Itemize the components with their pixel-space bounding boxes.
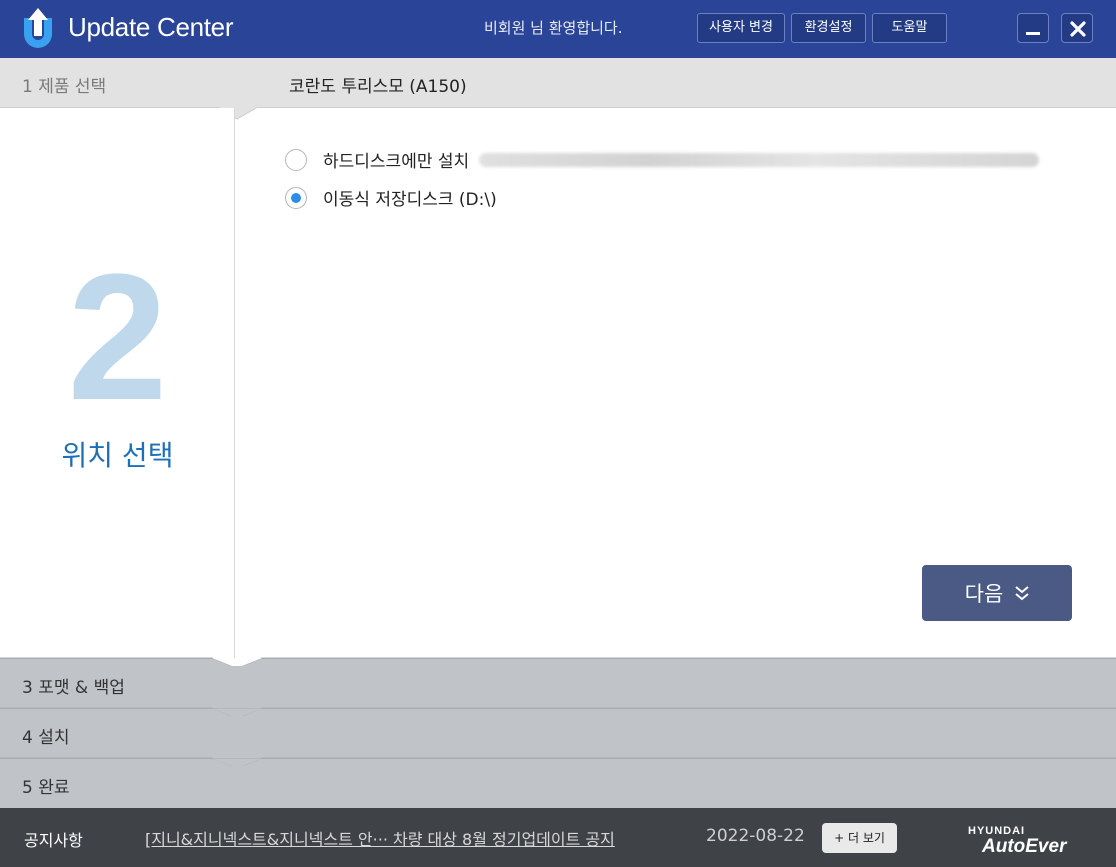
radio-hard-disk[interactable] xyxy=(285,148,307,171)
step3-row[interactable]: 3 포맷 & 백업 xyxy=(0,658,1116,708)
double-chevron-down-icon xyxy=(1015,586,1029,601)
app-title: Update Center xyxy=(68,12,234,42)
close-button[interactable] xyxy=(1061,13,1093,43)
change-user-button[interactable]: 사용자 변경 xyxy=(697,13,785,43)
step4-label: 4 설치 xyxy=(22,728,70,748)
step4-row[interactable]: 4 설치 xyxy=(0,708,1116,758)
step1-label: 1 제품 선택 xyxy=(22,77,107,97)
notice-date: 2022-08-22 xyxy=(706,826,805,846)
notice-link[interactable]: [지니&지니넥스트&지니넥스트 안··· 차량 대상 8월 정기업데이트 공지 xyxy=(145,826,615,850)
next-button[interactable]: 다음 xyxy=(922,565,1072,621)
close-icon xyxy=(1070,21,1086,37)
step3-label: 3 포맷 & 백업 xyxy=(22,678,125,698)
notice-label: 공지사항 xyxy=(24,831,83,850)
option-hard-disk-label: 하드디스크에만 설치 xyxy=(323,152,470,172)
step5-label: 5 완료 xyxy=(22,778,70,798)
option-removable-disk-label: 이동식 저장디스크 (D:\) xyxy=(323,190,497,210)
welcome-text: 비회원 님 환영합니다. xyxy=(484,19,623,37)
minimize-button[interactable] xyxy=(1017,13,1049,43)
brand-logo-bottom: AutoEver xyxy=(982,836,1067,857)
footer-bar: 공지사항 [지니&지니넥스트&지니넥스트 안··· 차량 대상 8월 정기업데이… xyxy=(0,808,1116,867)
current-step-panel: 2 위치 선택 xyxy=(0,108,235,658)
title-bar: Update Center 비회원 님 환영합니다. 사용자 변경 환경설정 도… xyxy=(0,0,1116,58)
settings-button[interactable]: 환경설정 xyxy=(791,13,866,43)
next-button-label: 다음 xyxy=(964,582,1004,606)
help-button[interactable]: 도움말 xyxy=(872,13,947,43)
more-button[interactable]: + 더 보기 xyxy=(822,823,897,853)
radio-removable-disk[interactable] xyxy=(285,186,307,209)
step5-row[interactable]: 5 완료 xyxy=(0,758,1116,808)
option-hard-disk[interactable]: 하드디스크에만 설치 xyxy=(285,147,1040,172)
selected-product: 코란도 투리스모 (A150) xyxy=(289,77,467,97)
option-removable-disk[interactable]: 이동식 저장디스크 (D:\) xyxy=(285,185,497,210)
current-step-title: 위치 선택 xyxy=(61,439,174,472)
step1-header[interactable]: 1 제품 선택 코란도 투리스모 (A150) xyxy=(0,58,1116,108)
blurred-install-path xyxy=(479,152,1040,167)
current-step-number: 2 xyxy=(67,237,168,438)
update-logo-icon xyxy=(24,8,52,48)
